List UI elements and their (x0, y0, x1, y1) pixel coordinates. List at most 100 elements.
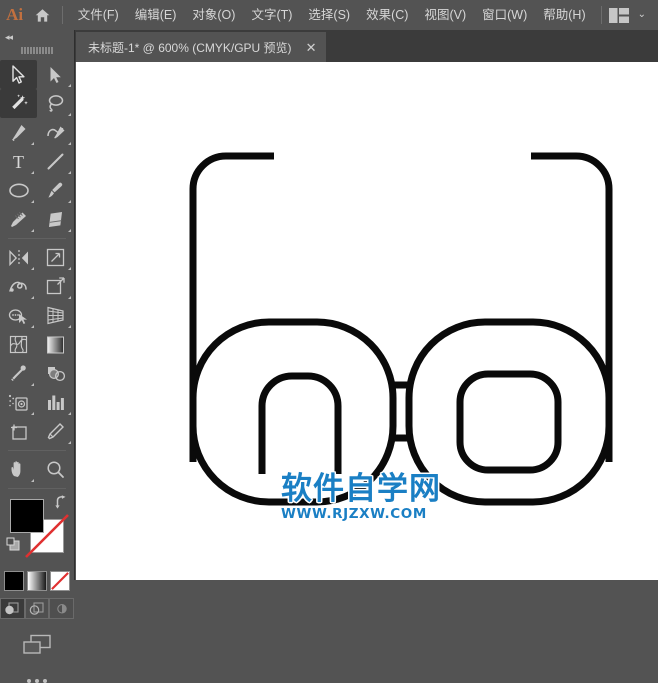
tool-flyout-indicator[interactable] (68, 84, 71, 87)
swap-fill-stroke-icon[interactable] (54, 495, 69, 514)
close-icon[interactable]: ✕ (306, 41, 317, 54)
pen-tool[interactable] (0, 118, 37, 147)
tool-flyout-indicator[interactable] (68, 142, 71, 145)
slice-tool[interactable] (37, 417, 74, 446)
chevron-down-icon[interactable]: ⌄ (638, 10, 646, 20)
tool-row (0, 118, 74, 147)
none-mode-button[interactable] (50, 571, 70, 591)
tool-flyout-indicator[interactable] (31, 296, 34, 299)
rotate-reflect-tool[interactable] (0, 243, 37, 272)
home-icon[interactable] (29, 0, 55, 30)
tool-flyout-indicator[interactable] (68, 229, 71, 232)
tool-flyout-indicator[interactable] (68, 171, 71, 174)
eyeglasses-outline-artwork[interactable] (76, 62, 658, 580)
tool-flyout-indicator[interactable] (68, 267, 71, 270)
symbol-sprayer-tool[interactable] (0, 388, 37, 417)
magic-wand-tool[interactable] (0, 89, 37, 118)
paintbrush-tool[interactable] (37, 176, 74, 205)
document-tab[interactable]: 未标题-1* @ 600% (CMYK/GPU 预览) ✕ (76, 32, 327, 62)
tool-flyout-indicator[interactable] (31, 200, 34, 203)
tool-flyout-indicator[interactable] (31, 383, 34, 386)
scale-tool[interactable] (37, 243, 74, 272)
tool-flyout-indicator[interactable] (31, 171, 34, 174)
menu-item-edit[interactable]: 编辑(E) (127, 0, 185, 30)
tool-row (0, 417, 74, 446)
svg-text:T: T (13, 152, 24, 171)
zoom-tool[interactable] (37, 455, 74, 484)
eraser-tool[interactable] (37, 205, 74, 234)
tool-row (0, 60, 74, 89)
app-logo: Ai (6, 5, 24, 24)
fill-stroke-controls (0, 493, 74, 569)
width-warp-tool[interactable] (0, 272, 37, 301)
menu-item-file[interactable]: 文件(F) (70, 0, 127, 30)
draw-inside-button[interactable] (49, 598, 75, 619)
shape-builder-tool[interactable] (0, 301, 37, 330)
menu-item-type[interactable]: 文字(T) (243, 0, 300, 30)
default-fill-stroke-icon[interactable] (6, 537, 21, 557)
blend-tool[interactable] (37, 359, 74, 388)
tool-row: T (0, 147, 74, 176)
document-tab-bar: 未标题-1* @ 600% (CMYK/GPU 预览) ✕ (75, 30, 658, 62)
workspace-layout-icon[interactable] (608, 7, 629, 23)
tool-row (0, 330, 74, 359)
tool-flyout-indicator[interactable] (31, 229, 34, 232)
draw-behind-button[interactable] (24, 598, 50, 619)
tool-row (0, 176, 74, 205)
color-mode-button[interactable] (4, 571, 24, 591)
tool-flyout-indicator[interactable] (68, 113, 71, 116)
artboard-tool[interactable] (0, 417, 37, 446)
hand-tool[interactable] (0, 455, 37, 484)
tool-divider (8, 488, 66, 489)
mesh-tool[interactable] (0, 330, 37, 359)
ellipse-tool[interactable] (0, 176, 37, 205)
panel-drag-grip[interactable] (0, 44, 74, 56)
edit-toolbar-button[interactable] (0, 679, 74, 683)
curvature-tool[interactable] (37, 118, 74, 147)
shaper-tool[interactable] (0, 205, 37, 234)
tool-divider (8, 238, 66, 239)
collapse-panel-icon[interactable]: ◂◂ (5, 31, 13, 43)
tool-flyout-indicator[interactable] (68, 325, 71, 328)
menu-item-help[interactable]: 帮助(H) (535, 0, 593, 30)
tool-flyout-indicator[interactable] (31, 412, 34, 415)
menu-item-view[interactable]: 视图(V) (416, 0, 474, 30)
free-transform-tool[interactable] (37, 272, 74, 301)
lasso-tool[interactable] (37, 89, 74, 118)
menu-divider (61, 6, 63, 24)
selection-tool[interactable] (0, 60, 37, 89)
tool-flyout-indicator[interactable] (68, 200, 71, 203)
type-tool[interactable]: T (0, 147, 37, 176)
tools-panel: ◂◂ T (0, 30, 75, 683)
gradient-tool[interactable] (37, 330, 74, 359)
illustrator-window: Ai 文件(F) 编辑(E) 对象(O) 文字(T) 选择(S) 效果(C) 视… (0, 0, 658, 683)
tool-flyout-indicator[interactable] (31, 267, 34, 270)
tool-row (0, 89, 74, 118)
gradient-mode-button[interactable] (27, 571, 47, 591)
perspective-grid-tool[interactable] (37, 301, 74, 330)
fill-swatch[interactable] (10, 499, 44, 533)
tool-flyout-indicator[interactable] (31, 479, 34, 482)
tool-flyout-indicator[interactable] (68, 441, 71, 444)
tool-flyout-indicator[interactable] (31, 325, 34, 328)
change-screen-mode-icon[interactable] (0, 633, 74, 657)
direct-selection-tool[interactable] (37, 60, 74, 89)
tool-row (0, 388, 74, 417)
menu-item-window[interactable]: 窗口(W) (474, 0, 535, 30)
tool-flyout-indicator[interactable] (68, 412, 71, 415)
tools-panel-header: ◂◂ (0, 30, 74, 44)
draw-normal-button[interactable] (0, 598, 25, 619)
line-segment-tool[interactable] (37, 147, 74, 176)
eyedropper-tool[interactable] (0, 359, 37, 388)
workspace-switcher[interactable]: ⌄ (594, 6, 658, 24)
menu-item-effect[interactable]: 效果(C) (358, 0, 416, 30)
column-graph-tool[interactable] (37, 388, 74, 417)
tool-divider (8, 450, 66, 451)
menu-item-list: 文件(F) 编辑(E) 对象(O) 文字(T) 选择(S) 效果(C) 视图(V… (70, 0, 594, 30)
tool-flyout-indicator[interactable] (31, 142, 34, 145)
workspace-divider (600, 6, 602, 24)
document-canvas[interactable]: 软件自学网 WWW.RJZXW.COM (76, 62, 658, 580)
menu-item-select[interactable]: 选择(S) (300, 0, 358, 30)
tool-flyout-indicator[interactable] (68, 296, 71, 299)
menu-item-object[interactable]: 对象(O) (184, 0, 243, 30)
